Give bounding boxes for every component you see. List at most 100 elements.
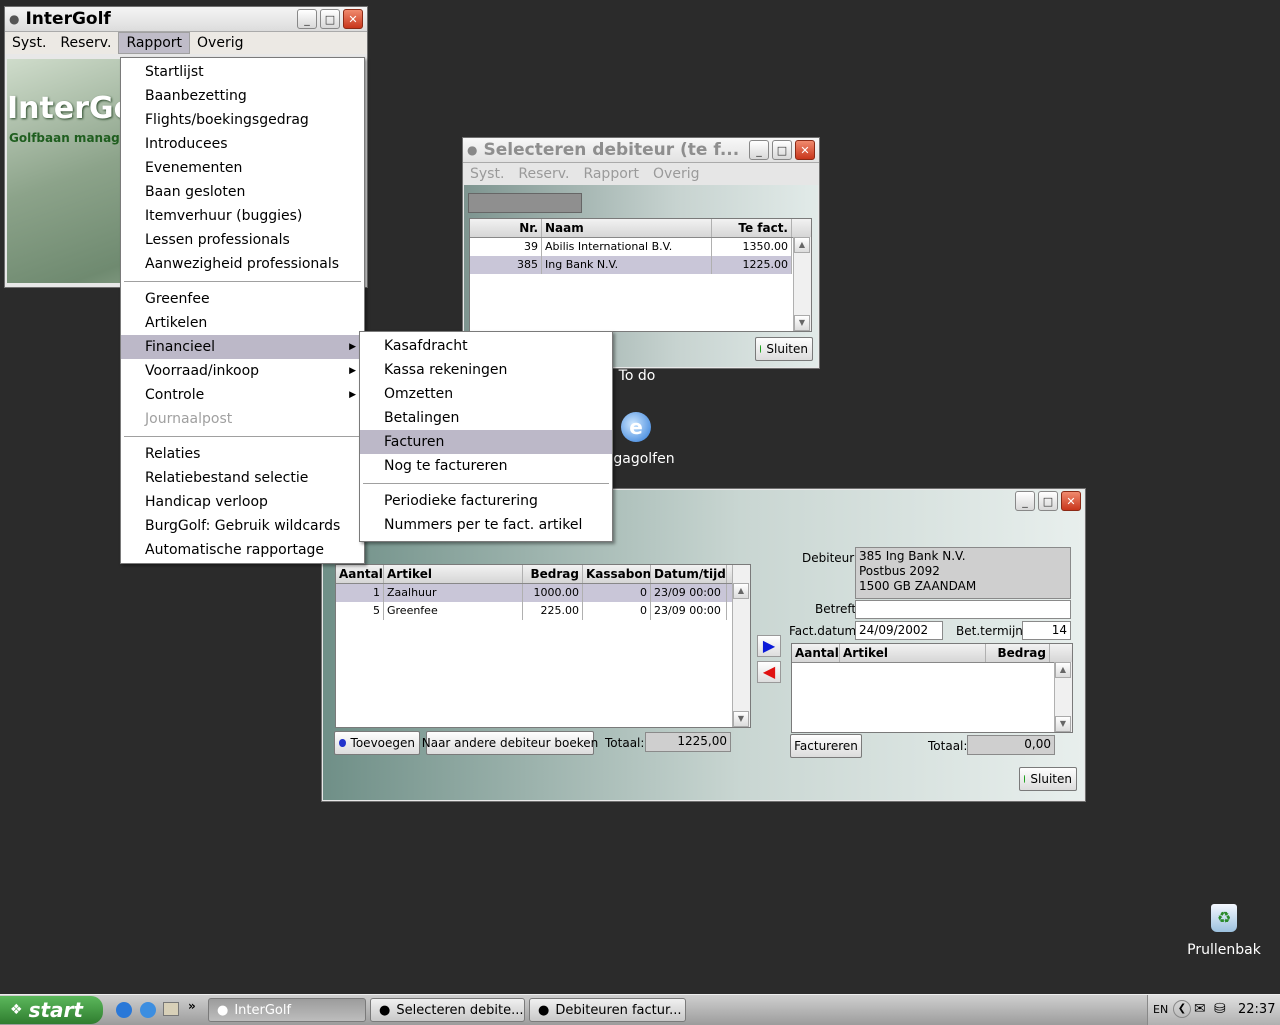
- move-left-icon[interactable]: ◀: [757, 661, 781, 683]
- clock[interactable]: 22:37: [1238, 1002, 1275, 1017]
- vertical-scrollbar[interactable]: ▲ ▼: [732, 565, 750, 727]
- col-artikel[interactable]: Artikel: [840, 644, 986, 662]
- col-nr[interactable]: Nr.: [470, 219, 542, 237]
- move-right-icon[interactable]: ▶: [757, 635, 781, 657]
- close-icon[interactable]: ✕: [795, 140, 815, 160]
- task-intergolf[interactable]: ● InterGolf: [208, 998, 366, 1022]
- menu-overig[interactable]: Overig: [646, 164, 706, 184]
- menu-item-automatische[interactable]: Automatische rapportage: [121, 538, 364, 562]
- table-row[interactable]: 39 Abilis International B.V. 1350.00: [470, 238, 811, 256]
- menu-syst[interactable]: Syst.: [5, 33, 53, 53]
- factdatum-input[interactable]: 24/09/2002: [855, 621, 943, 640]
- table-row[interactable]: 5 Greenfee 225.00 0 23/09 00:00: [336, 602, 750, 620]
- task-select-debtor[interactable]: ● Selecteren debite...: [370, 998, 525, 1022]
- betreft-input[interactable]: [855, 600, 1071, 619]
- menu-item-omzetten[interactable]: Omzetten: [360, 382, 612, 406]
- internet-explorer-icon[interactable]: e: [621, 412, 651, 442]
- scroll-down-icon[interactable]: ▼: [733, 711, 749, 727]
- intergolf-titlebar[interactable]: ● InterGolf _ □ ✕: [5, 7, 367, 32]
- add-button[interactable]: Toevoegen: [334, 731, 420, 755]
- close-button[interactable]: Sluiten: [755, 337, 813, 361]
- menu-item-kassa-rekeningen[interactable]: Kassa rekeningen: [360, 358, 612, 382]
- debtor-grid[interactable]: Nr. Naam Te fact. 39 Abilis Internationa…: [469, 218, 812, 332]
- table-row[interactable]: 1 Zaalhuur 1000.00 0 23/09 00:00: [336, 584, 750, 602]
- menu-item-nummers[interactable]: Nummers per te fact. artikel: [360, 513, 612, 537]
- invoice-lines-grid[interactable]: Aantal Artikel Bedrag Kassabon Datum/tij…: [335, 564, 751, 728]
- minimize-icon[interactable]: _: [749, 140, 769, 160]
- menu-item-relaties[interactable]: Relaties: [121, 442, 364, 466]
- menu-item-periodieke[interactable]: Periodieke facturering: [360, 489, 612, 513]
- tray-expand-icon[interactable]: ❮: [1173, 1000, 1191, 1018]
- recycle-bin-icon[interactable]: ♻: [1211, 904, 1237, 932]
- quicklaunch-browser-icon[interactable]: [140, 1002, 156, 1018]
- menu-item-greenfee[interactable]: Greenfee: [121, 287, 364, 311]
- menu-item-itemverhuur[interactable]: Itemverhuur (buggies): [121, 204, 364, 228]
- minimize-icon[interactable]: _: [297, 9, 317, 29]
- menu-item-evenementen[interactable]: Evenementen: [121, 156, 364, 180]
- minimize-icon[interactable]: _: [1015, 491, 1035, 511]
- quicklaunch-ie-icon[interactable]: [116, 1002, 132, 1018]
- close-button[interactable]: Sluiten: [1019, 767, 1077, 791]
- invoice-items-grid[interactable]: Aantal Artikel Bedrag ▲ ▼: [791, 643, 1073, 733]
- search-input[interactable]: [468, 193, 582, 213]
- maximize-icon[interactable]: □: [1038, 491, 1058, 511]
- table-row[interactable]: 385 Ing Bank N.V. 1225.00: [470, 256, 792, 274]
- betermijn-input[interactable]: 14: [1022, 621, 1071, 640]
- col-kassabon[interactable]: Kassabon: [583, 565, 651, 583]
- col-te-fact[interactable]: Te fact.: [712, 219, 792, 237]
- col-artikel[interactable]: Artikel: [384, 565, 523, 583]
- language-indicator[interactable]: EN: [1153, 1003, 1168, 1016]
- mail-icon[interactable]: ✉: [1194, 1001, 1206, 1017]
- start-button[interactable]: ❖ start: [0, 996, 103, 1024]
- menu-item-baan-gesloten[interactable]: Baan gesloten: [121, 180, 364, 204]
- col-aantal[interactable]: Aantal: [336, 565, 384, 583]
- quicklaunch-more-icon[interactable]: »: [188, 999, 196, 1013]
- menu-item-aanwezigheid[interactable]: Aanwezigheid professionals: [121, 252, 364, 276]
- menu-item-wildcards[interactable]: BurgGolf: Gebruik wildcards: [121, 514, 364, 538]
- col-naam[interactable]: Naam: [542, 219, 712, 237]
- close-icon[interactable]: ✕: [343, 9, 363, 29]
- menu-item-startlijst[interactable]: Startlijst: [121, 60, 364, 84]
- menu-item-flights[interactable]: Flights/boekingsgedrag: [121, 108, 364, 132]
- vertical-scrollbar[interactable]: ▲ ▼: [793, 237, 811, 331]
- maximize-icon[interactable]: □: [772, 140, 792, 160]
- col-bedrag[interactable]: Bedrag: [986, 644, 1050, 662]
- menu-rapport[interactable]: Rapport: [576, 164, 646, 184]
- scroll-up-icon[interactable]: ▲: [1055, 662, 1071, 678]
- menu-reserv[interactable]: Reserv.: [53, 33, 118, 53]
- menu-item-financieel[interactable]: Financieel ▶: [121, 335, 364, 359]
- menu-item-kasafdracht[interactable]: Kasafdracht: [360, 334, 612, 358]
- col-aantal[interactable]: Aantal: [792, 644, 840, 662]
- scroll-down-icon[interactable]: ▼: [1055, 716, 1071, 732]
- col-bedrag[interactable]: Bedrag: [523, 565, 583, 583]
- todo-label[interactable]: To do: [612, 368, 662, 384]
- scroll-up-icon[interactable]: ▲: [794, 237, 810, 253]
- move-to-other-debtor-button[interactable]: Naar andere debiteur boeken: [422, 731, 598, 755]
- menu-item-facturen[interactable]: Facturen: [360, 430, 612, 454]
- menu-rapport[interactable]: Rapport: [118, 32, 191, 54]
- menu-item-artikelen[interactable]: Artikelen: [121, 311, 364, 335]
- vertical-scrollbar[interactable]: ▲ ▼: [1054, 662, 1072, 732]
- scroll-down-icon[interactable]: ▼: [794, 315, 810, 331]
- select-titlebar[interactable]: ● Selecteren debiteur (te f... _ □ ✕: [463, 138, 819, 163]
- menu-item-betalingen[interactable]: Betalingen: [360, 406, 612, 430]
- menu-item-baanbezetting[interactable]: Baanbezetting: [121, 84, 364, 108]
- golf-shortcut-label[interactable]: gagolfen: [604, 451, 684, 467]
- col-datum[interactable]: Datum/tijd: [651, 565, 727, 583]
- close-icon[interactable]: ✕: [1061, 491, 1081, 511]
- menu-reserv[interactable]: Reserv.: [511, 164, 576, 184]
- menu-item-controle[interactable]: Controle ▶: [121, 383, 364, 407]
- menu-item-introducees[interactable]: Introducees: [121, 132, 364, 156]
- invoice-button[interactable]: Factureren: [790, 734, 862, 758]
- menu-item-voorraad[interactable]: Voorraad/inkoop ▶: [121, 359, 364, 383]
- menu-item-relatiebestand[interactable]: Relatiebestand selectie: [121, 466, 364, 490]
- network-icon[interactable]: ⛁: [1214, 1001, 1226, 1017]
- menu-syst[interactable]: Syst.: [463, 164, 511, 184]
- quicklaunch-desktop-icon[interactable]: [163, 1002, 179, 1016]
- maximize-icon[interactable]: □: [320, 9, 340, 29]
- menu-overig[interactable]: Overig: [190, 33, 250, 53]
- menu-item-nog-te-factureren[interactable]: Nog te factureren: [360, 454, 612, 478]
- menu-item-lessen[interactable]: Lessen professionals: [121, 228, 364, 252]
- recycle-bin-label[interactable]: Prullenbak: [1184, 942, 1264, 958]
- menu-item-handicap[interactable]: Handicap verloop: [121, 490, 364, 514]
